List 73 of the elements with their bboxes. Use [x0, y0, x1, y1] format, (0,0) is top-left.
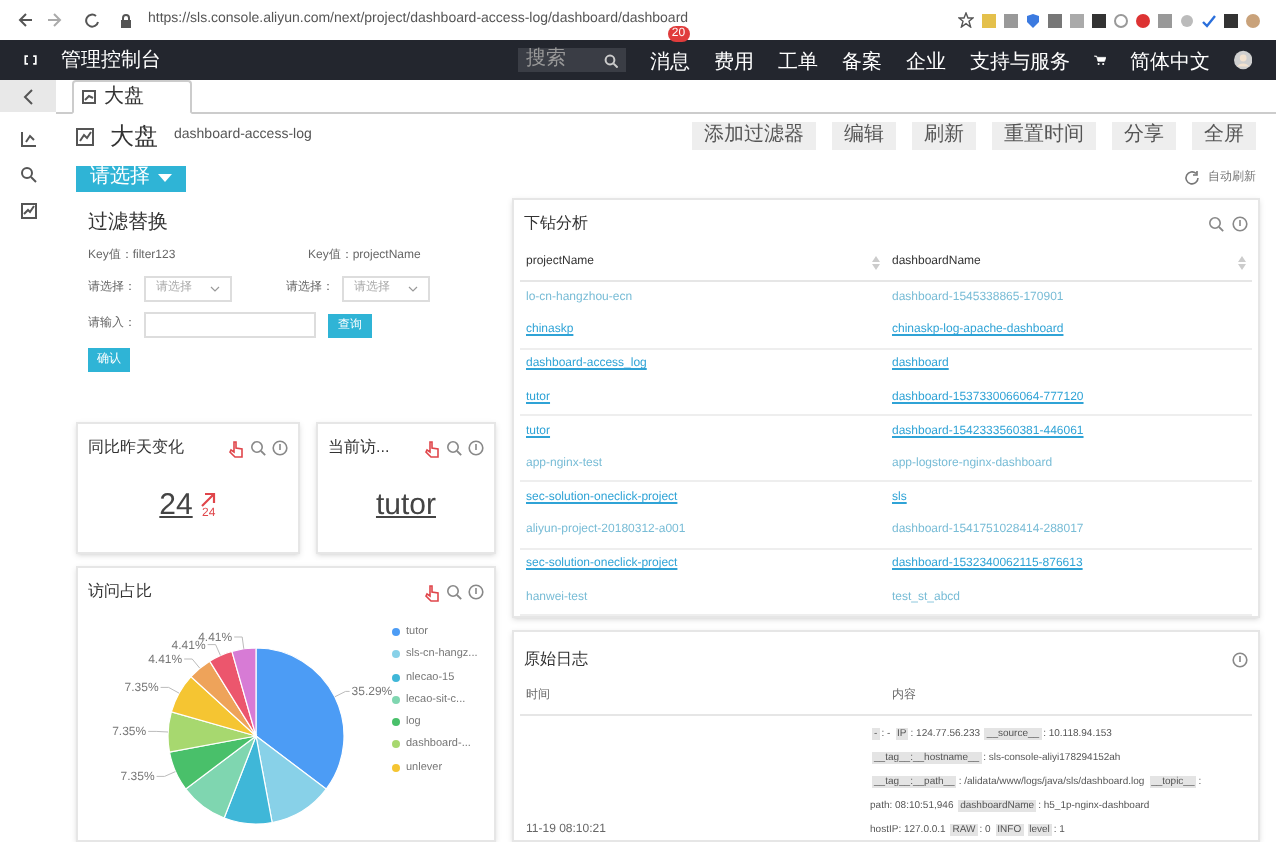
select-button[interactable]: 请选择	[76, 165, 186, 191]
toolbar-button[interactable]: 编辑	[832, 122, 896, 150]
avatar-icon	[1233, 46, 1252, 74]
metric-value[interactable]: tutor	[375, 483, 436, 529]
search-icon	[19, 166, 37, 184]
toolbar-button[interactable]: 重置时间	[992, 122, 1096, 150]
zoom-icon	[446, 440, 462, 456]
search-field[interactable]: 搜索	[518, 48, 626, 72]
cart-icon	[1093, 52, 1106, 68]
card-title: 原始日志	[524, 648, 590, 672]
info-icon	[272, 440, 288, 456]
dashboard-icon	[19, 202, 37, 220]
info-icon	[1232, 652, 1248, 668]
nav-link[interactable]: 备案	[841, 52, 882, 74]
chart-icon	[19, 130, 37, 148]
leader-line	[334, 690, 351, 698]
chevron-down-icon	[210, 286, 220, 292]
toolbar-button[interactable]: 刷新	[912, 122, 976, 150]
lock-icon	[120, 13, 132, 27]
refresh-icon	[1184, 170, 1200, 186]
leader-line	[183, 658, 201, 669]
info-icon	[468, 440, 484, 456]
nav-link[interactable]: 消息	[649, 52, 690, 74]
page-title: 大盘	[110, 120, 158, 154]
card-title: 访问占比	[88, 580, 154, 604]
dashboard-icon	[82, 90, 96, 104]
metric-value[interactable]: 24	[159, 483, 193, 529]
sort-icon	[1238, 255, 1246, 270]
dashboard-icon	[76, 127, 94, 145]
extension-icon	[1224, 13, 1238, 27]
section-title: 过滤替换	[88, 210, 170, 238]
toolbar-button[interactable]: 分享	[1112, 122, 1176, 150]
search-placeholder: 搜索	[526, 50, 566, 70]
caret-icon	[158, 174, 172, 182]
nav-link[interactable]: 支持与服务	[969, 52, 1070, 74]
arrow-up-right-icon	[200, 492, 217, 508]
hand-icon	[424, 583, 440, 601]
info-icon	[1232, 216, 1248, 232]
console-title[interactable]: 管理控制台	[61, 45, 494, 75]
leader-line	[156, 771, 176, 777]
leader-line	[160, 686, 180, 694]
leader-line	[207, 644, 221, 656]
search-icon	[603, 53, 618, 67]
zoom-icon	[250, 440, 266, 456]
sort-icon	[872, 255, 880, 270]
nav-link[interactable]: 费用	[713, 52, 754, 74]
card-title: 当前访...	[328, 436, 392, 460]
card-title: 同比昨天变化	[88, 436, 186, 460]
collapse-button[interactable]	[0, 80, 56, 112]
info-icon	[468, 584, 484, 600]
shield-icon	[1026, 13, 1040, 27]
zoom-icon	[1208, 216, 1224, 232]
text-input[interactable]	[144, 312, 316, 338]
nav-link[interactable]: 企业	[905, 52, 946, 74]
chevron-down-icon	[408, 286, 418, 292]
navigation-icons	[16, 12, 104, 28]
chevron-left-icon	[22, 87, 34, 105]
hand-icon	[424, 439, 440, 457]
card-title: 下钻分析	[524, 212, 590, 236]
tab[interactable]: 大盘	[72, 80, 192, 114]
zoom-icon	[446, 584, 462, 600]
toolbar-button[interactable]: 添加过滤器	[692, 122, 816, 150]
check-icon	[1202, 13, 1216, 27]
hand-icon	[228, 439, 244, 457]
nav-link[interactable]: 工单	[777, 52, 818, 74]
toolbar-button[interactable]: 全屏	[1192, 122, 1256, 150]
star-icon	[958, 12, 974, 28]
leader-line	[147, 730, 169, 733]
leader-line	[233, 636, 245, 650]
profile-icon	[1246, 13, 1260, 27]
nav-link[interactable]: 简体中文	[1129, 52, 1210, 74]
tab-label: 大盘	[104, 83, 144, 112]
console-logo-icon	[24, 52, 38, 68]
